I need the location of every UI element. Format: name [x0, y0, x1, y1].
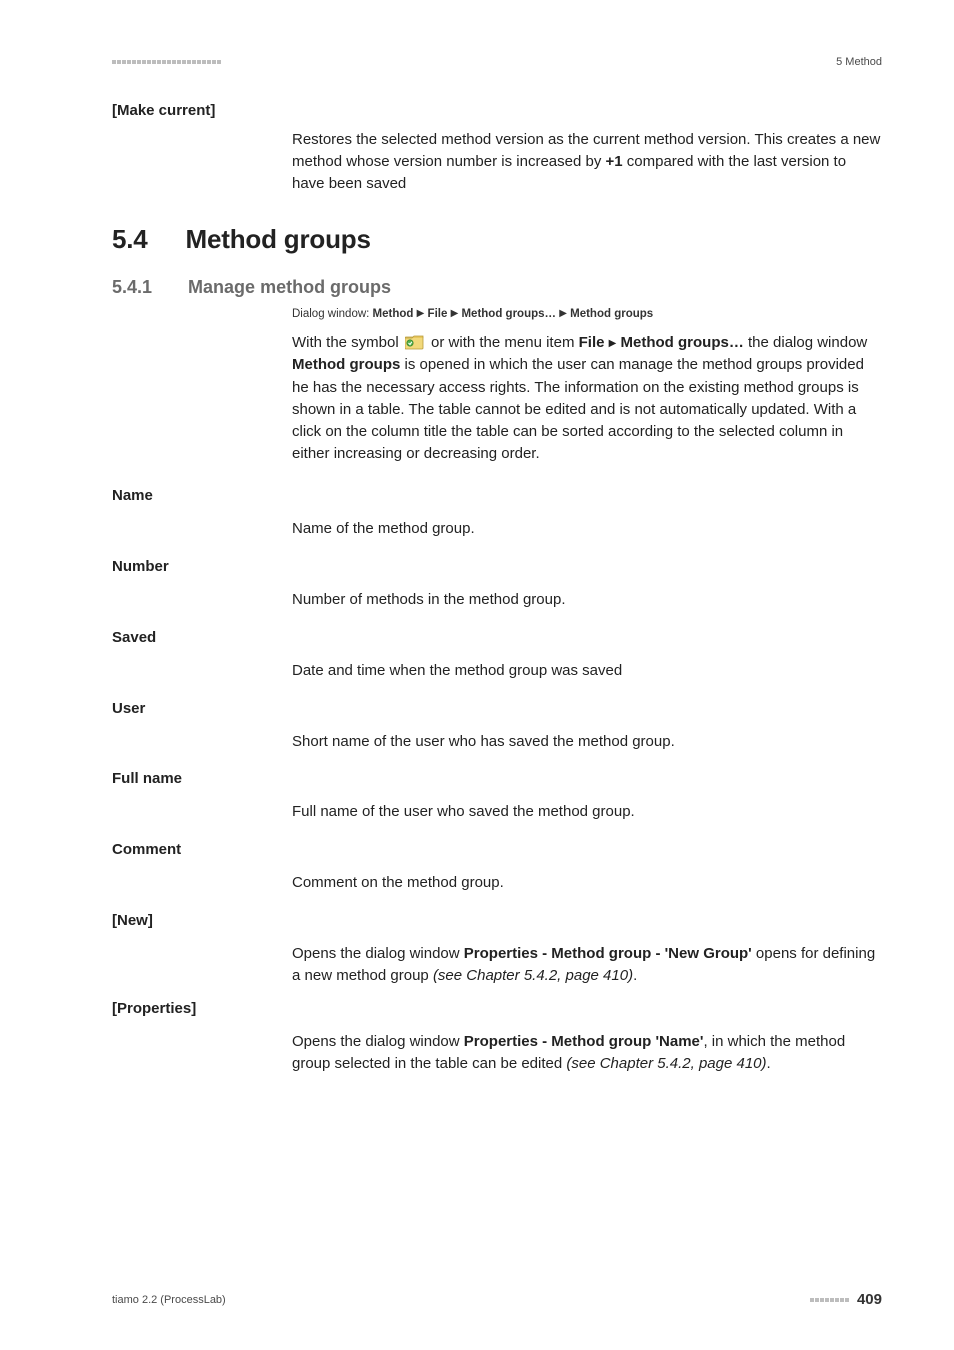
text-comment: Comment on the method group. — [292, 872, 882, 894]
def-new: [New] Opens the dialog window Properties… — [112, 912, 882, 987]
section-title: Method groups — [186, 224, 371, 255]
text-user: Short name of the user who has saved the… — [292, 731, 882, 753]
page-footer: tiamo 2.2 (ProcessLab) 409 — [112, 1291, 882, 1308]
dialog-path: Dialog window: Method ▶ File ▶ Method gr… — [292, 308, 882, 320]
make-current-block: [Make current] Restores the selected met… — [112, 102, 882, 194]
header-section-label: 5 Method — [836, 56, 882, 68]
triangle-icon: ▶ — [609, 338, 617, 349]
text-name: Name of the method group. — [292, 518, 882, 540]
term-saved: Saved — [112, 629, 882, 646]
page-header: 5 Method — [112, 56, 882, 68]
def-full-name: Full name Full name of the user who save… — [112, 770, 882, 823]
def-properties: [Properties] Opens the dialog window Pro… — [112, 1000, 882, 1075]
text-new: Opens the dialog window Properties - Met… — [292, 943, 882, 987]
term-user: User — [112, 700, 882, 717]
make-current-body: Restores the selected method version as … — [292, 129, 882, 194]
text-number: Number of methods in the method group. — [292, 589, 882, 611]
term-comment: Comment — [112, 841, 882, 858]
subsection-number: 5.4.1 — [112, 277, 152, 298]
term-number: Number — [112, 558, 882, 575]
make-current-label: [Make current] — [112, 102, 882, 119]
footer-doc-title: tiamo 2.2 (ProcessLab) — [112, 1294, 226, 1306]
section-heading: 5.4 Method groups — [112, 224, 882, 255]
def-user: User Short name of the user who has save… — [112, 700, 882, 753]
term-full-name: Full name — [112, 770, 882, 787]
def-name: Name Name of the method group. — [112, 487, 882, 540]
footer-page-number: 409 — [810, 1291, 882, 1308]
def-comment: Comment Comment on the method group. — [112, 841, 882, 894]
folder-icon — [405, 334, 425, 350]
term-new: [New] — [112, 912, 882, 929]
def-saved: Saved Date and time when the method grou… — [112, 629, 882, 682]
subsection-title: Manage method groups — [188, 277, 391, 298]
triangle-icon: ▶ — [417, 308, 425, 319]
intro-paragraph: With the symbol or with the menu item Fi… — [292, 332, 882, 465]
footer-marks — [810, 1298, 849, 1302]
section-number: 5.4 — [112, 224, 148, 255]
term-properties: [Properties] — [112, 1000, 882, 1017]
def-number: Number Number of methods in the method g… — [112, 558, 882, 611]
subsection-heading: 5.4.1 Manage method groups — [112, 277, 882, 298]
header-marks — [112, 60, 221, 64]
triangle-icon: ▶ — [559, 308, 567, 319]
text-properties: Opens the dialog window Properties - Met… — [292, 1031, 882, 1075]
triangle-icon: ▶ — [451, 308, 459, 319]
term-name: Name — [112, 487, 882, 504]
text-saved: Date and time when the method group was … — [292, 660, 882, 682]
text-full-name: Full name of the user who saved the meth… — [292, 801, 882, 823]
